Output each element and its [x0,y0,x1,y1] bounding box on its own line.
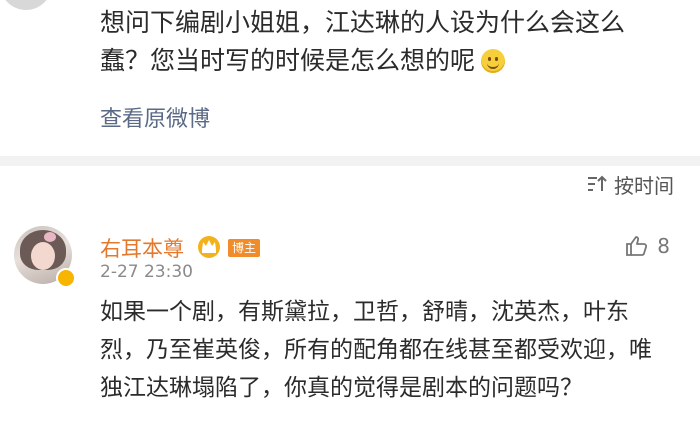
sort-icon [586,174,608,194]
post-text: 想问下编剧小姐姐，江达琳的人设为什么会这么蠢？您当时写的时候是怎么想的呢 [100,4,660,80]
author-badge: 博主 [228,239,261,257]
smile-emoji-icon [481,49,506,73]
comment-username[interactable]: 右耳本尊 [100,233,184,263]
like-count: 8 [657,234,670,258]
comment-body: 如果一个剧，有斯黛拉，卫哲，舒晴，沈英杰，叶东烈，乃至崔英俊，所有的配角都在线甚… [100,299,652,401]
post-body: 想问下编剧小姐姐，江达琳的人设为什么会这么蠢？您当时写的时候是怎么想的呢 [100,8,626,75]
sort-label: 按时间 [614,173,674,198]
view-original-link[interactable]: 查看原微博 [100,101,210,133]
sort-by-time-button[interactable]: 按时间 [586,170,674,198]
like-button[interactable]: 8 [625,234,670,258]
thumbs-up-icon [626,236,648,256]
crown-icon [198,236,220,258]
section-divider [0,156,700,166]
verified-badge-icon [56,268,76,288]
previous-avatar[interactable] [0,0,52,10]
comment-timestamp: 2-27 23:30 [100,262,193,282]
